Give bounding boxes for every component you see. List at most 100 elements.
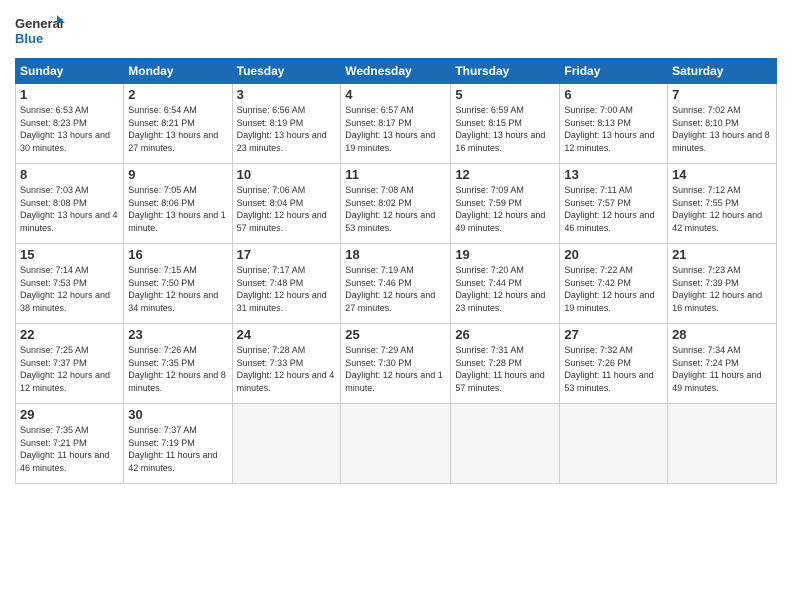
calendar-cell: 30 Sunrise: 7:37 AMSunset: 7:19 PMDayligh… <box>124 404 232 484</box>
calendar-cell: 24 Sunrise: 7:28 AMSunset: 7:33 PMDayligh… <box>232 324 341 404</box>
day-info: Sunrise: 7:37 AMSunset: 7:19 PMDaylight:… <box>128 424 227 474</box>
day-info: Sunrise: 6:54 AMSunset: 8:21 PMDaylight:… <box>128 104 227 154</box>
day-info: Sunrise: 6:53 AMSunset: 8:23 PMDaylight:… <box>20 104 119 154</box>
header: General Blue <box>15 10 777 50</box>
day-info: Sunrise: 7:32 AMSunset: 7:26 PMDaylight:… <box>564 344 663 394</box>
day-header-wednesday: Wednesday <box>341 59 451 84</box>
day-info: Sunrise: 7:00 AMSunset: 8:13 PMDaylight:… <box>564 104 663 154</box>
day-number: 5 <box>455 87 555 102</box>
day-info: Sunrise: 7:06 AMSunset: 8:04 PMDaylight:… <box>237 184 337 234</box>
day-number: 10 <box>237 167 337 182</box>
day-number: 1 <box>20 87 119 102</box>
calendar-cell: 27 Sunrise: 7:32 AMSunset: 7:26 PMDayligh… <box>560 324 668 404</box>
calendar-cell: 7 Sunrise: 7:02 AMSunset: 8:10 PMDaylight… <box>668 84 777 164</box>
day-info: Sunrise: 6:59 AMSunset: 8:15 PMDaylight:… <box>455 104 555 154</box>
day-info: Sunrise: 7:05 AMSunset: 8:06 PMDaylight:… <box>128 184 227 234</box>
calendar-cell: 23Sunrise: 7:26 AMSunset: 7:35 PMDayligh… <box>124 324 232 404</box>
day-info: Sunrise: 7:28 AMSunset: 7:33 PMDaylight:… <box>237 344 337 394</box>
day-number: 4 <box>345 87 446 102</box>
day-number: 26 <box>455 327 555 342</box>
day-number: 14 <box>672 167 772 182</box>
calendar-cell: 26 Sunrise: 7:31 AMSunset: 7:28 PMDayligh… <box>451 324 560 404</box>
day-info: Sunrise: 7:14 AMSunset: 7:53 PMDaylight:… <box>20 264 119 314</box>
day-header-thursday: Thursday <box>451 59 560 84</box>
calendar-cell: 21Sunrise: 7:23 AMSunset: 7:39 PMDayligh… <box>668 244 777 324</box>
calendar-cell: 18Sunrise: 7:19 AMSunset: 7:46 PMDayligh… <box>341 244 451 324</box>
calendar-cell: 15 Sunrise: 7:14 AMSunset: 7:53 PMDayligh… <box>16 244 124 324</box>
calendar-cell: 8 Sunrise: 7:03 AMSunset: 8:08 PMDaylight… <box>16 164 124 244</box>
calendar-table: SundayMondayTuesdayWednesdayThursdayFrid… <box>15 58 777 484</box>
calendar-cell: 29Sunrise: 7:35 AMSunset: 7:21 PMDayligh… <box>16 404 124 484</box>
calendar-cell <box>668 404 777 484</box>
day-number: 27 <box>564 327 663 342</box>
calendar-cell: 28Sunrise: 7:34 AMSunset: 7:24 PMDayligh… <box>668 324 777 404</box>
day-header-monday: Monday <box>124 59 232 84</box>
calendar-cell <box>341 404 451 484</box>
calendar-cell: 12 Sunrise: 7:09 AMSunset: 7:59 PMDayligh… <box>451 164 560 244</box>
calendar-week-row: 15 Sunrise: 7:14 AMSunset: 7:53 PMDayligh… <box>16 244 777 324</box>
svg-text:Blue: Blue <box>15 31 43 46</box>
day-number: 2 <box>128 87 227 102</box>
day-info: Sunrise: 7:11 AMSunset: 7:57 PMDaylight:… <box>564 184 663 234</box>
day-info: Sunrise: 7:35 AMSunset: 7:21 PMDaylight:… <box>20 424 119 474</box>
calendar-cell: 16Sunrise: 7:15 AMSunset: 7:50 PMDayligh… <box>124 244 232 324</box>
day-info: Sunrise: 7:09 AMSunset: 7:59 PMDaylight:… <box>455 184 555 234</box>
day-header-tuesday: Tuesday <box>232 59 341 84</box>
day-info: Sunrise: 7:03 AMSunset: 8:08 PMDaylight:… <box>20 184 119 234</box>
day-header-saturday: Saturday <box>668 59 777 84</box>
day-number: 8 <box>20 167 119 182</box>
calendar-cell: 25Sunrise: 7:29 AMSunset: 7:30 PMDayligh… <box>341 324 451 404</box>
calendar-week-row: 1 Sunrise: 6:53 AMSunset: 8:23 PMDaylight… <box>16 84 777 164</box>
day-info: Sunrise: 6:56 AMSunset: 8:19 PMDaylight:… <box>237 104 337 154</box>
day-number: 12 <box>455 167 555 182</box>
calendar-week-row: 8 Sunrise: 7:03 AMSunset: 8:08 PMDaylight… <box>16 164 777 244</box>
calendar-cell: 2 Sunrise: 6:54 AMSunset: 8:21 PMDaylight… <box>124 84 232 164</box>
day-info: Sunrise: 7:08 AMSunset: 8:02 PMDaylight:… <box>345 184 446 234</box>
calendar-cell: 17 Sunrise: 7:17 AMSunset: 7:48 PMDayligh… <box>232 244 341 324</box>
day-number: 6 <box>564 87 663 102</box>
day-info: Sunrise: 7:12 AMSunset: 7:55 PMDaylight:… <box>672 184 772 234</box>
calendar-cell: 11 Sunrise: 7:08 AMSunset: 8:02 PMDayligh… <box>341 164 451 244</box>
calendar-cell: 14 Sunrise: 7:12 AMSunset: 7:55 PMDayligh… <box>668 164 777 244</box>
day-number: 3 <box>237 87 337 102</box>
day-number: 18 <box>345 247 446 262</box>
calendar-cell: 22 Sunrise: 7:25 AMSunset: 7:37 PMDayligh… <box>16 324 124 404</box>
day-number: 13 <box>564 167 663 182</box>
calendar-cell: 13 Sunrise: 7:11 AMSunset: 7:57 PMDayligh… <box>560 164 668 244</box>
day-info: Sunrise: 7:17 AMSunset: 7:48 PMDaylight:… <box>237 264 337 314</box>
day-info: Sunrise: 7:31 AMSunset: 7:28 PMDaylight:… <box>455 344 555 394</box>
day-number: 21 <box>672 247 772 262</box>
day-info: Sunrise: 7:34 AMSunset: 7:24 PMDaylight:… <box>672 344 772 394</box>
day-header-friday: Friday <box>560 59 668 84</box>
calendar-week-row: 29Sunrise: 7:35 AMSunset: 7:21 PMDayligh… <box>16 404 777 484</box>
logo-svg: General Blue <box>15 10 65 50</box>
day-info: Sunrise: 7:26 AMSunset: 7:35 PMDaylight:… <box>128 344 227 394</box>
calendar-cell: 9 Sunrise: 7:05 AMSunset: 8:06 PMDaylight… <box>124 164 232 244</box>
day-number: 9 <box>128 167 227 182</box>
day-number: 17 <box>237 247 337 262</box>
days-header-row: SundayMondayTuesdayWednesdayThursdayFrid… <box>16 59 777 84</box>
calendar-container: General Blue SundayMondayTuesdayWednesda… <box>0 0 792 494</box>
calendar-cell <box>560 404 668 484</box>
day-info: Sunrise: 7:02 AMSunset: 8:10 PMDaylight:… <box>672 104 772 154</box>
day-number: 25 <box>345 327 446 342</box>
day-number: 20 <box>564 247 663 262</box>
day-number: 11 <box>345 167 446 182</box>
calendar-cell <box>451 404 560 484</box>
day-header-sunday: Sunday <box>16 59 124 84</box>
day-number: 15 <box>20 247 119 262</box>
calendar-cell: 20Sunrise: 7:22 AMSunset: 7:42 PMDayligh… <box>560 244 668 324</box>
calendar-cell: 6 Sunrise: 7:00 AMSunset: 8:13 PMDaylight… <box>560 84 668 164</box>
svg-text:General: General <box>15 16 63 31</box>
day-number: 30 <box>128 407 227 422</box>
calendar-cell <box>232 404 341 484</box>
day-number: 24 <box>237 327 337 342</box>
day-number: 22 <box>20 327 119 342</box>
calendar-cell: 10 Sunrise: 7:06 AMSunset: 8:04 PMDayligh… <box>232 164 341 244</box>
calendar-cell: 1 Sunrise: 6:53 AMSunset: 8:23 PMDaylight… <box>16 84 124 164</box>
day-info: Sunrise: 7:15 AMSunset: 7:50 PMDaylight:… <box>128 264 227 314</box>
day-number: 7 <box>672 87 772 102</box>
day-info: Sunrise: 7:25 AMSunset: 7:37 PMDaylight:… <box>20 344 119 394</box>
day-number: 19 <box>455 247 555 262</box>
calendar-week-row: 22 Sunrise: 7:25 AMSunset: 7:37 PMDayligh… <box>16 324 777 404</box>
